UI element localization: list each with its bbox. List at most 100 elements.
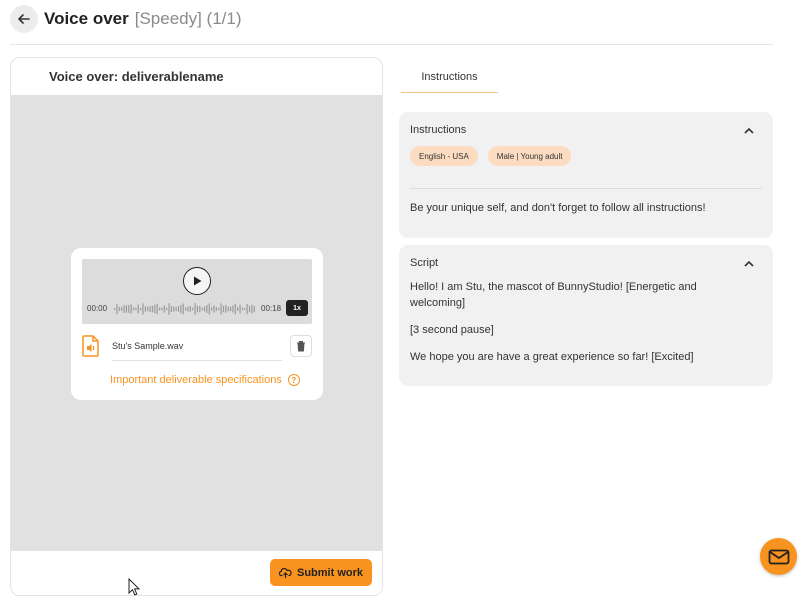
waveform-bar [154,304,156,314]
waveform-bar [168,303,170,315]
waveform-bar [161,307,163,311]
audio-card: 00:00 00:18 1x Stu's Sample.wav Importan… [71,248,323,400]
waveform-bar [213,305,215,313]
waveform-bar [220,303,222,315]
waveform-bar [225,305,227,313]
page-title: Voice over [44,9,129,28]
arrow-left-icon [18,14,30,24]
waveform-bar [232,305,234,313]
waveform-bar [239,304,241,314]
delete-file-button[interactable] [290,335,312,357]
waveform-bar [177,306,180,312]
play-button[interactable] [183,267,211,295]
preview-area: 00:00 00:18 1x Stu's Sample.wav Importan… [11,95,382,553]
waveform-bar [229,306,232,312]
waveform-bar [215,307,217,312]
waveform-bar [125,305,128,313]
instruction-tags: English - USA Male | Young adult [410,146,572,166]
waveform-bar [132,307,135,311]
instructions-text: Be your unique self, and don't forget to… [410,202,706,214]
waveform-bar [142,303,144,315]
back-button[interactable] [10,5,38,33]
chevron-up-icon[interactable] [743,126,755,136]
question-icon: ? [287,374,300,386]
waveform-bar [201,307,203,311]
deliverable-specs-link[interactable]: Important deliverable specifications ? [110,374,300,386]
waveform-bar [175,307,177,311]
upload-icon [278,567,292,578]
waveform-bar [206,305,208,313]
waveform-bar [241,307,243,311]
file-underline [112,360,282,361]
script-section: Script Hello! I am Stu, the mascot of Bu… [399,245,773,386]
instructions-title: Instructions [410,124,467,136]
current-time: 00:00 [87,304,108,313]
page-subtitle: [Speedy] (1/1) [134,9,242,28]
waveform-bar [237,307,239,311]
header-divider [10,44,773,45]
panel-footer: Submit work [11,551,382,595]
spec-link-label: Important deliverable specifications [110,374,282,386]
waveform-bar [182,303,184,315]
waveform-bar [147,306,149,312]
waveform-bar [137,304,139,314]
waveform-bar [151,305,154,313]
waveform-bar [246,303,248,315]
waveform-bar [253,305,255,313]
file-name: Stu's Sample.wav [112,341,184,351]
waveform-bar [194,303,196,315]
waveform-bar [130,304,132,314]
waveform-bar [218,307,220,311]
instructions-section: Instructions English - USA Male | Young … [399,112,773,238]
tab-instructions[interactable]: Instructions [401,62,498,93]
waveform-bar [227,306,229,312]
script-line: Hello! I am Stu, the mascot of BunnyStud… [410,281,697,309]
waveform-bar [234,303,236,315]
waveform-bar [116,303,118,315]
submit-work-label: Submit work [296,566,363,579]
waveform-bar [121,307,123,311]
waveform-bar [196,305,199,313]
waveform-bar [211,307,213,311]
waveform-bar [163,305,165,313]
submit-work-button[interactable]: Submit work [270,559,372,586]
waveform-bar [149,306,151,312]
waveform-bar [244,307,246,311]
waveform-bar [189,306,191,312]
deliverable-title: Voice over: deliverablename [49,69,224,84]
waveform-bar [251,304,253,314]
playback-speed-button[interactable]: 1x [286,300,308,316]
page-header: Voice over [Speedy] (1/1) [10,4,242,34]
waveform-bar [192,307,194,311]
play-icon [194,276,202,286]
audio-player: 00:00 00:18 1x [82,259,312,324]
script-title: Script [410,257,439,269]
deliverable-panel: Voice over: deliverablename 00:00 00:18 … [10,57,383,596]
waveform-bar [114,308,116,310]
waveform-bar [173,306,175,312]
waveform-bar [118,306,120,312]
contact-support-button[interactable] [760,538,797,575]
waveform-bar [222,305,225,313]
waveform-bar [248,305,251,313]
waveform-bar [135,307,137,311]
script-line: [3 second pause] [410,324,494,336]
chevron-up-icon[interactable] [743,259,755,269]
mouse-cursor-icon [128,578,141,596]
waveform-bar [156,303,158,315]
waveform-bar [187,306,189,312]
waveform-bar [208,303,210,315]
waveform-bar [199,305,201,313]
waveform-bar [170,305,172,313]
script-line: We hope you are have a great experience … [410,351,694,363]
waveform[interactable] [114,302,256,316]
file-row: Stu's Sample.wav [82,334,312,361]
trash-icon [297,341,305,352]
mail-icon [768,549,789,564]
waveform-bar [158,307,161,311]
waveform-bar [166,307,168,311]
waveform-bar [185,307,187,311]
section-divider [410,188,762,189]
waveform-bar [144,306,146,312]
duration-time: 00:18 [261,304,282,313]
